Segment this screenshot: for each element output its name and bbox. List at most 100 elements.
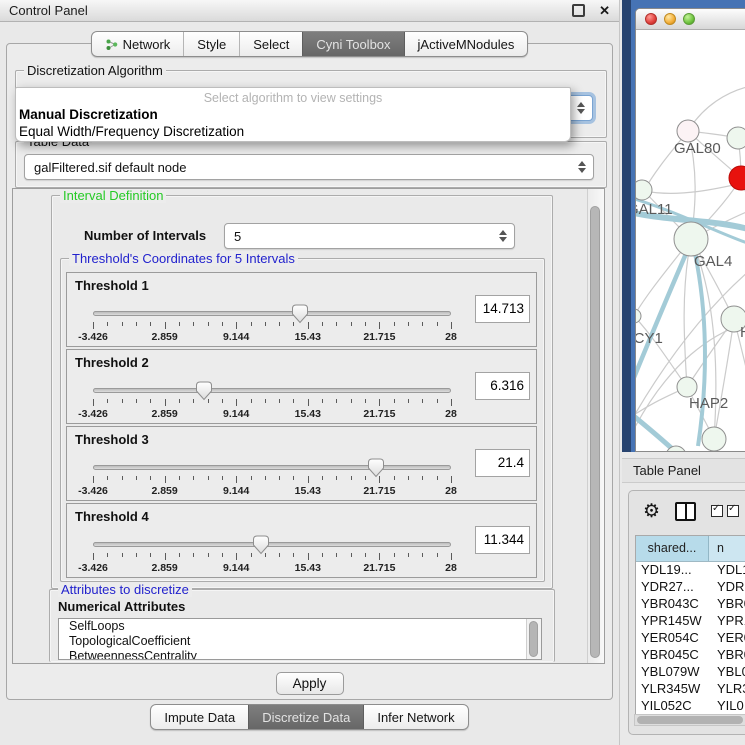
close-traffic-light-icon[interactable] — [645, 13, 657, 25]
slider-tick-label: 21.715 — [363, 408, 395, 420]
list-scrollbar[interactable] — [526, 619, 541, 659]
threshold-slider[interactable]: -3.4262.8599.14415.4321.71528 — [93, 380, 451, 424]
table-row[interactable]: YBL079WYBL0 — [636, 664, 745, 681]
slider-tick — [322, 553, 323, 557]
table-row[interactable]: YPR145WYPR1 — [636, 613, 745, 630]
table-panel-titlebar: Table Panel — [622, 458, 745, 483]
slider-thumb[interactable] — [195, 381, 213, 401]
tab-cyni-toolbox[interactable]: Cyni Toolbox — [302, 32, 403, 56]
threshold-slider[interactable]: -3.4262.8599.14415.4321.71528 — [93, 303, 451, 347]
tab-style[interactable]: Style — [183, 32, 239, 56]
network-node[interactable] — [674, 222, 708, 256]
tab-network[interactable]: Network — [92, 32, 184, 56]
checkbox-icon[interactable] — [711, 505, 723, 517]
network-node[interactable] — [727, 127, 745, 149]
slider-tick — [93, 476, 94, 483]
slider-track[interactable] — [93, 311, 451, 316]
network-edge[interactable] — [714, 319, 734, 439]
slider-tick — [251, 476, 252, 480]
float-window-icon[interactable] — [572, 4, 585, 17]
table-horizontal-scrollbar[interactable] — [634, 714, 745, 726]
network-node[interactable] — [702, 427, 726, 451]
column-visibility-icons[interactable] — [711, 505, 739, 517]
slider-track[interactable] — [93, 465, 451, 470]
attribute-list-item[interactable]: SelfLoops — [59, 619, 541, 634]
gear-icon[interactable]: ⚙ — [643, 502, 660, 521]
cell-name: YLR3 — [709, 681, 745, 698]
split-view-icon[interactable] — [675, 502, 696, 521]
slider-tick — [107, 399, 108, 403]
attribute-list-item[interactable]: BetweennessCentrality — [59, 649, 541, 660]
table-row[interactable]: YBR045CYBR0 — [636, 647, 745, 664]
slider-tick — [93, 322, 94, 329]
table-row[interactable]: YLR345WYLR3 — [636, 681, 745, 698]
table-row[interactable]: YDL19...YDL1 — [636, 562, 745, 579]
tab-select[interactable]: Select — [239, 32, 302, 56]
network-node[interactable] — [636, 309, 641, 323]
slider-tick — [336, 553, 337, 557]
slider-tick — [336, 476, 337, 480]
slider-tick — [365, 399, 366, 403]
table-row[interactable]: YBR043CYBR0 — [636, 596, 745, 613]
slider-tick — [322, 399, 323, 403]
tab-impute-data[interactable]: Impute Data — [151, 705, 248, 729]
threshold-value-field[interactable]: 21.4 — [475, 449, 530, 477]
slider-tick — [422, 476, 423, 480]
slider-tick — [193, 322, 194, 326]
attributes-group: Attributes to discretize Numerical Attri… — [49, 589, 555, 662]
slider-tick-label: 21.715 — [363, 562, 395, 574]
cell-shared-name: YBR045C — [636, 647, 709, 664]
slider-tick — [408, 553, 409, 557]
dropdown-item-equal-width-frequency[interactable]: Equal Width/Frequency Discretization — [16, 123, 570, 140]
table-row[interactable]: YDR27...YDR2 — [636, 579, 745, 596]
slider-tick — [437, 476, 438, 480]
minimize-traffic-light-icon[interactable] — [664, 13, 676, 25]
slider-track[interactable] — [93, 542, 451, 547]
slider-tick — [222, 476, 223, 480]
close-icon[interactable]: ✕ — [599, 3, 610, 19]
dropdown-item-manual-discretization[interactable]: Manual Discretization — [16, 106, 570, 123]
network-node[interactable] — [677, 377, 697, 397]
slider-tick — [293, 476, 294, 480]
attribute-list-item[interactable]: TopologicalCoefficient — [59, 634, 541, 649]
table-row[interactable]: YIL052CYIL0 — [636, 698, 745, 715]
slider-thumb[interactable] — [367, 458, 385, 478]
slider-tick — [437, 322, 438, 326]
group-legend: Attributes to discretize — [58, 582, 192, 597]
slider-tick — [165, 399, 166, 406]
zoom-traffic-light-icon[interactable] — [683, 13, 695, 25]
tab-infer-network[interactable]: Infer Network — [363, 705, 467, 729]
slider-thumb[interactable] — [252, 535, 270, 555]
table-data-combobox[interactable]: galFiltered.sif default node — [24, 154, 594, 180]
number-of-intervals-combobox[interactable]: 5 — [224, 223, 515, 249]
node-attribute-table[interactable]: shared... n YDL19...YDL1YDR27...YDR2YBR0… — [635, 535, 745, 715]
slider-tick — [179, 399, 180, 403]
slider-thumb[interactable] — [291, 304, 309, 324]
network-canvas[interactable]: GAL80GCGAL11GAL4GCY1HHAP2 — [636, 30, 745, 452]
node-label-gcy1: GCY1 — [636, 330, 663, 347]
settings-scrollbar[interactable] — [587, 189, 604, 663]
slider-tick-label: 15.43 — [295, 408, 321, 420]
cell-name: YPR1 — [709, 613, 745, 630]
network-node[interactable] — [677, 120, 699, 142]
slider-track[interactable] — [93, 388, 451, 393]
tab-jactivemnodules[interactable]: jActiveMNodules — [404, 32, 528, 56]
slider-tick — [222, 553, 223, 557]
slider-tick — [150, 322, 151, 326]
table-header-shared-name[interactable]: shared... — [636, 536, 709, 561]
slider-tick — [394, 399, 395, 403]
tab-discretize-data[interactable]: Discretize Data — [248, 705, 363, 729]
threshold-value-field[interactable]: 11.344 — [475, 526, 530, 554]
threshold-value-field[interactable]: 6.316 — [475, 372, 530, 400]
table-row[interactable]: YER054CYER0 — [636, 630, 745, 647]
threshold-slider[interactable]: -3.4262.8599.14415.4321.71528 — [93, 457, 451, 501]
threshold-value-field[interactable]: 14.713 — [475, 295, 530, 323]
table-header-name[interactable]: n — [709, 536, 745, 561]
checkbox-icon[interactable] — [727, 505, 739, 517]
network-node[interactable] — [636, 180, 652, 200]
numerical-attributes-list[interactable]: SelfLoopsTopologicalCoefficientBetweenne… — [58, 618, 542, 660]
slider-tick — [293, 553, 294, 557]
threshold-slider[interactable]: -3.4262.8599.14415.4321.71528 — [93, 534, 451, 578]
apply-button[interactable]: Apply — [276, 672, 344, 695]
threshold-box-1: Threshold 1-3.4262.8599.14415.4321.71528… — [66, 272, 537, 347]
